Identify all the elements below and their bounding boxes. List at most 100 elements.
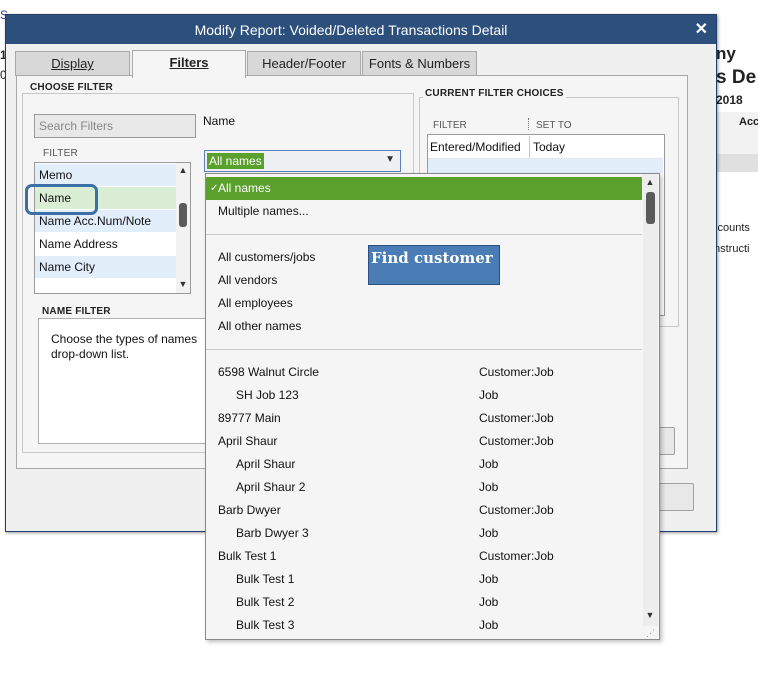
scroll-down-icon[interactable]: ▼ xyxy=(643,610,657,620)
name-cell: Bulk Test 1 xyxy=(236,572,295,586)
dialog-titlebar[interactable]: Modify Report: Voided/Deleted Transactio… xyxy=(6,15,716,44)
col-divider xyxy=(528,118,530,130)
choose-filter-heading: CHOOSE FILTER xyxy=(28,82,115,93)
dialog-title: Modify Report: Voided/Deleted Transactio… xyxy=(194,22,508,38)
filter-list-scrollbar[interactable]: ▲ ▼ xyxy=(176,163,190,293)
close-icon[interactable]: ✕ xyxy=(695,19,708,39)
report-title-part2: s De xyxy=(716,67,757,88)
resize-grip-icon[interactable]: ⋰ xyxy=(646,628,655,639)
scroll-thumb[interactable] xyxy=(179,203,187,227)
name-combo-box[interactable]: All names ▼ xyxy=(204,150,401,172)
type-cell: Job xyxy=(479,618,499,632)
report-shaded-row xyxy=(716,154,758,172)
list-item[interactable]: April Shaur Customer:Job xyxy=(206,430,642,453)
dropdown-option-label: All names xyxy=(218,181,271,195)
name-cell: Bulk Test 3 xyxy=(236,618,295,632)
filter-list-item[interactable]: Memo xyxy=(35,164,177,186)
filter-row-set-to: Today xyxy=(533,140,566,154)
search-filters-input[interactable]: Search Filters xyxy=(34,114,196,138)
tab-filters-label: Filters xyxy=(169,55,209,70)
type-cell: Customer:Job xyxy=(479,503,554,517)
list-item[interactable]: Bulk Test 2 Job xyxy=(206,591,642,614)
scroll-up-icon[interactable]: ▲ xyxy=(176,165,190,175)
report-line-construction: nstructi xyxy=(714,243,750,255)
name-cell: SH Job 123 xyxy=(236,388,299,402)
name-selector-label: Name xyxy=(203,114,236,128)
name-cell: Barb Dwyer 3 xyxy=(236,526,309,540)
name-filter-text-1: Choose the types of names xyxy=(51,332,198,346)
name-combo-value: All names xyxy=(207,153,264,169)
filter-list[interactable]: Memo Name Name Acc.Num/Note Name Address… xyxy=(34,162,191,294)
dropdown-option-multiple-names[interactable]: Multiple names... xyxy=(206,200,642,223)
chevron-down-icon[interactable]: ▼ xyxy=(385,154,395,165)
name-cell: Bulk Test 1 xyxy=(218,549,277,563)
dropdown-option-all-names[interactable]: ✓ All names xyxy=(206,177,642,200)
tab-display-label: Display xyxy=(51,56,94,71)
filter-row-divider xyxy=(529,136,530,158)
type-cell: Job xyxy=(479,480,499,494)
name-filter-heading: NAME FILTER xyxy=(40,306,113,317)
dropdown-option-employees[interactable]: All employees xyxy=(206,292,642,315)
search-filters-placeholder: Search Filters xyxy=(39,119,114,133)
dropdown-option-label: All other names xyxy=(218,319,302,333)
report-year: 2018 xyxy=(716,93,743,107)
filter-row-filter: Entered/Modified xyxy=(430,140,521,154)
col-filter-header-label: FILTER xyxy=(433,120,467,131)
report-col-header: Acc xyxy=(739,116,758,128)
name-cell: Bulk Test 2 xyxy=(236,595,295,609)
filter-list-header: FILTER xyxy=(41,148,80,159)
type-cell: Job xyxy=(479,388,499,402)
name-filter-text-2: drop-down list. xyxy=(51,347,130,361)
dropdown-separator xyxy=(206,349,642,350)
name-cell: April Shaur xyxy=(236,457,296,471)
list-item[interactable]: SH Job 123 Job xyxy=(206,384,642,407)
col-set-to-header-label: SET TO xyxy=(536,120,572,131)
name-cell: 6598 Walnut Circle xyxy=(218,365,319,379)
scroll-down-icon[interactable]: ▼ xyxy=(176,279,190,289)
type-cell: Job xyxy=(479,595,499,609)
report-line-accounts: ccounts xyxy=(712,222,750,234)
list-item[interactable]: Barb Dwyer 3 Job xyxy=(206,522,642,545)
list-item[interactable]: Barb Dwyer Customer:Job xyxy=(206,499,642,522)
name-cell: 89777 Main xyxy=(218,411,281,425)
name-highlight-ring xyxy=(25,184,98,215)
filter-list-item[interactable]: Name Address xyxy=(35,233,177,255)
dropdown-option-other-names[interactable]: All other names xyxy=(206,315,642,338)
tab-filters[interactable]: Filters xyxy=(132,50,246,78)
type-cell: Job xyxy=(479,457,499,471)
list-item[interactable]: 6598 Walnut Circle Customer:Job xyxy=(206,361,642,384)
scroll-up-icon[interactable]: ▲ xyxy=(643,177,657,187)
type-cell: Customer:Job xyxy=(479,411,554,425)
tab-header-footer[interactable]: Header/Footer xyxy=(247,51,361,76)
type-cell: Job xyxy=(479,526,499,540)
tab-header-footer-label: Header/Footer xyxy=(262,56,346,71)
dropdown-separator xyxy=(206,234,642,235)
name-cell: April Shaur 2 xyxy=(236,480,306,494)
list-item[interactable]: April Shaur 2 Job xyxy=(206,476,642,499)
list-item[interactable]: Bulk Test 1 Customer:Job xyxy=(206,545,642,568)
list-item[interactable]: Bulk Test 3 Job xyxy=(206,614,642,637)
tab-fonts-numbers-label: Fonts & Numbers xyxy=(368,56,471,71)
dropdown-option-label: Multiple names... xyxy=(218,204,309,218)
list-item[interactable]: 89777 Main Customer:Job xyxy=(206,407,642,430)
dropdown-option-label: All customers/jobs xyxy=(218,250,316,264)
type-cell: Job xyxy=(479,572,499,586)
tab-fonts-numbers[interactable]: Fonts & Numbers xyxy=(362,51,477,76)
current-filter-heading: CURRENT FILTER CHOICES xyxy=(423,88,566,99)
dropdown-scrollbar[interactable]: ▲ ▼ xyxy=(643,174,658,626)
name-cell: April Shaur xyxy=(218,434,278,448)
dropdown-option-label: All vendors xyxy=(218,273,278,287)
dropdown-option-label: All employees xyxy=(218,296,293,310)
filter-row-empty xyxy=(428,159,663,173)
scroll-thumb[interactable] xyxy=(646,192,655,224)
name-dropdown-list[interactable]: ✓ All names Multiple names... All custom… xyxy=(205,173,660,640)
name-filter-box: Choose the types of names drop-down list… xyxy=(38,318,210,444)
name-cell: Barb Dwyer xyxy=(218,503,281,517)
type-cell: Customer:Job xyxy=(479,549,554,563)
filter-row[interactable]: Entered/Modified Today xyxy=(428,136,663,159)
tab-display[interactable]: Display xyxy=(15,51,130,76)
list-item[interactable]: Bulk Test 1 Job xyxy=(206,568,642,591)
filter-list-item[interactable]: Name City xyxy=(35,256,177,278)
type-cell: Customer:Job xyxy=(479,434,554,448)
list-item[interactable]: April Shaur Job xyxy=(206,453,642,476)
